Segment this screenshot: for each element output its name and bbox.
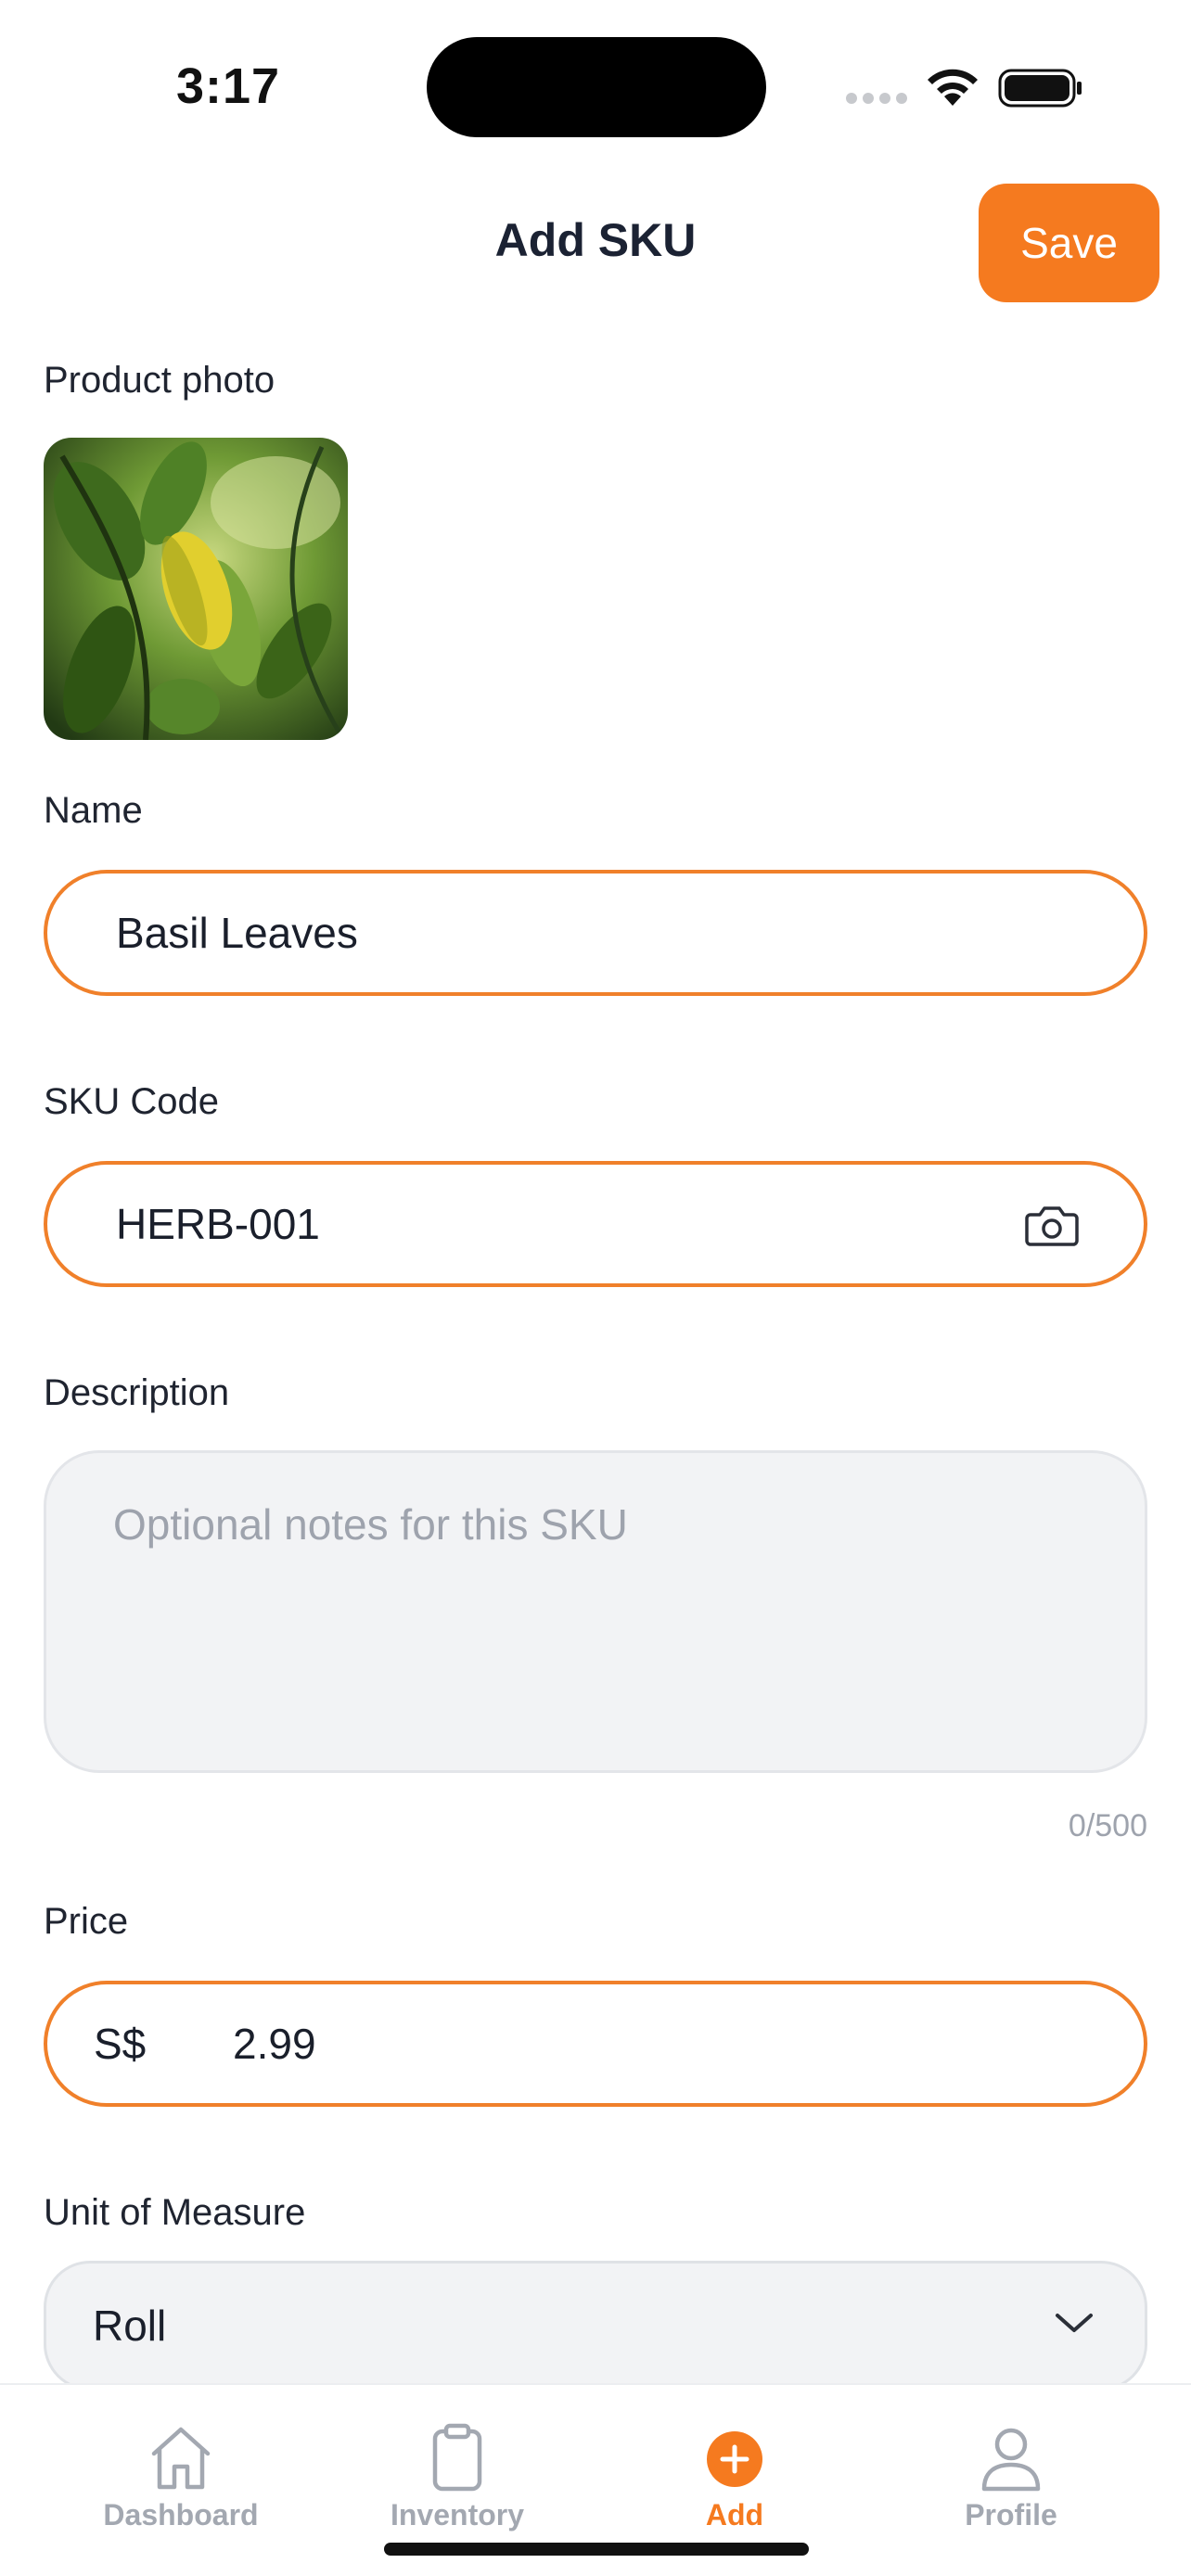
unit-label: Unit of Measure: [44, 2192, 306, 2233]
clipboard-icon: [432, 2423, 482, 2492]
description-char-count: 0/500: [1068, 1808, 1147, 1843]
home-indicator: [384, 2543, 809, 2556]
tab-dashboard[interactable]: Dashboard: [70, 2422, 292, 2532]
camera-icon[interactable]: [1025, 1205, 1079, 1246]
product-photo[interactable]: [44, 438, 348, 740]
price-input[interactable]: S$ 2.99: [44, 1981, 1147, 2107]
battery-icon: [998, 69, 1082, 108]
wifi-icon: [928, 69, 978, 106]
price-value: 2.99: [233, 2020, 316, 2068]
plus-circle-icon: [707, 2431, 762, 2487]
add-sku-screen: 3:17 Add SKU Save Product photo Name Bas…: [0, 0, 1191, 2576]
tab-dashboard-label: Dashboard: [103, 2498, 259, 2531]
dynamic-island: [427, 37, 766, 137]
unit-selected-value: Roll: [93, 2302, 167, 2350]
tab-profile[interactable]: Profile: [900, 2422, 1122, 2532]
description-placeholder: Optional notes for this SKU: [113, 1500, 628, 1549]
sku-code-input[interactable]: HERB-001: [44, 1161, 1147, 1287]
unit-select[interactable]: Roll: [44, 2261, 1147, 2391]
tab-profile-label: Profile: [965, 2498, 1057, 2531]
name-value: Basil Leaves: [116, 909, 358, 957]
home-icon: [151, 2427, 211, 2490]
name-input[interactable]: Basil Leaves: [44, 870, 1147, 996]
cellular-signal-icon: [846, 93, 907, 104]
tab-add-label: Add: [705, 2498, 764, 2531]
product-photo-label: Product photo: [44, 360, 275, 401]
tab-inventory-label: Inventory: [390, 2498, 525, 2531]
description-label: Description: [44, 1372, 230, 1413]
save-button[interactable]: Save: [979, 184, 1159, 302]
currency-prefix: S$: [94, 2020, 147, 2068]
chevron-down-icon: [1056, 2314, 1093, 2332]
tab-add[interactable]: Add: [623, 2422, 846, 2532]
sku-code-label: SKU Code: [44, 1081, 219, 1122]
description-textarea[interactable]: Optional notes for this SKU: [44, 1450, 1147, 1773]
sku-code-value: HERB-001: [116, 1200, 320, 1248]
price-label: Price: [44, 1901, 129, 1942]
name-label: Name: [44, 790, 143, 831]
product-photo-image: [44, 438, 348, 740]
status-time: 3:17: [176, 58, 281, 114]
tab-inventory[interactable]: Inventory: [346, 2422, 569, 2532]
person-icon: [981, 2428, 1041, 2492]
